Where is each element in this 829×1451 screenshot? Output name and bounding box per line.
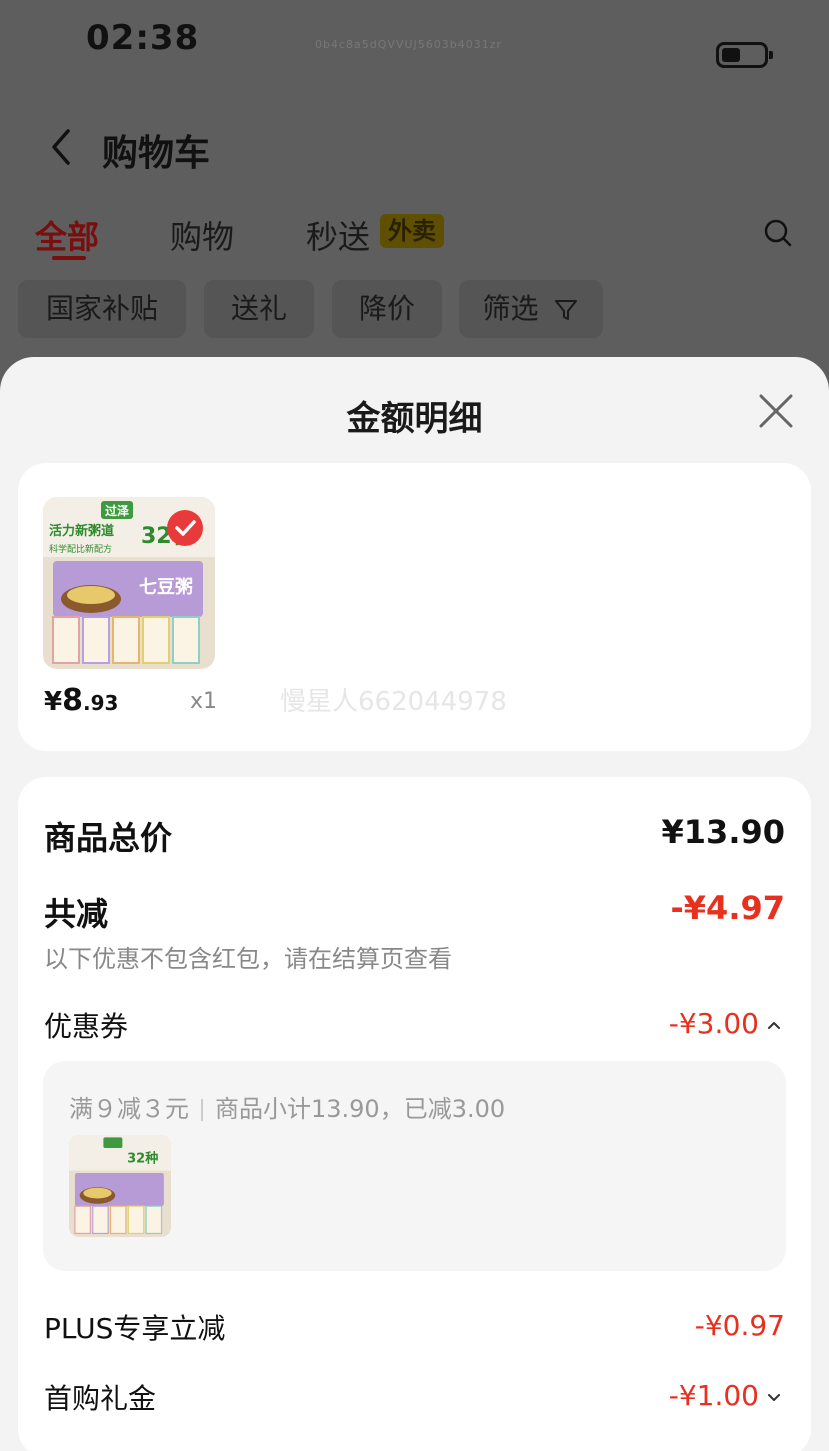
divider [201, 1099, 203, 1121]
page-title: 购物车 [102, 133, 211, 174]
tab-all[interactable]: 全部 [35, 212, 99, 258]
image-slogan-2: 科学配比新配方 [49, 543, 112, 555]
product-quantity: x1 [190, 689, 218, 714]
takeout-badge: 外卖 [380, 214, 444, 248]
chip-national-subsidy[interactable]: 国家补贴 [18, 280, 186, 338]
first-purchase-row-toggle[interactable]: -¥1.00 [669, 1379, 781, 1412]
cart-page-background: 02:38 0b4c8a5dQVVUJ5603b4031zr 购物车 全部 购物… [0, 0, 829, 400]
price-decimal: .93 [82, 691, 119, 715]
tab-active-indicator [52, 256, 86, 260]
image-slogan-4: 七豆粥 [139, 577, 193, 598]
chevron-up-icon [768, 1021, 780, 1029]
chip-price-drop[interactable]: 降价 [332, 280, 442, 338]
back-chevron-icon[interactable] [50, 128, 72, 166]
product-price: ¥8.93 [44, 683, 118, 718]
status-time: 02:38 [86, 18, 200, 58]
coupon-value: -¥3.00 [668, 1007, 759, 1040]
coupon-image-slogan: 32种 [127, 1150, 158, 1166]
chevron-down-icon [768, 1393, 780, 1401]
product-list-card: 过泽 活力新粥道 科学配比新配方 32种 七豆粥 ¥8.93 x1 慢星人662… [18, 463, 811, 751]
status-device-id: 0b4c8a5dQVVUJ5603b4031zr [315, 38, 503, 51]
image-slogan-1: 活力新粥道 [49, 523, 114, 539]
first-purchase-gift-label: 首购礼金 [44, 1382, 157, 1415]
plus-discount-value: -¥0.97 [694, 1309, 785, 1342]
total-price-label: 商品总价 [44, 819, 173, 857]
chip-filter-label: 筛选 [482, 292, 539, 325]
coupon-product-image-art: 32种 [69, 1135, 171, 1237]
first-purchase-gift-value: -¥1.00 [668, 1379, 759, 1412]
discount-note: 以下优惠不包含红包，请在结算页查看 [44, 945, 452, 973]
coupon-rule: 满９减３元 商品小计13.90，已减3.00 [69, 1089, 505, 1124]
coupon-subtotal-text: 商品小计13.90，已减3.00 [215, 1095, 506, 1123]
funnel-icon [555, 300, 578, 320]
coupon-row-toggle[interactable]: -¥3.00 [669, 1007, 781, 1040]
coupon-detail-box: 满９减３元 商品小计13.90，已减3.00 32种 [43, 1061, 786, 1271]
total-discount-label: 共减 [44, 895, 109, 933]
battery-icon [716, 42, 773, 68]
check-icon [175, 520, 196, 536]
coupon-label: 优惠券 [44, 1010, 129, 1043]
chip-filter[interactable]: 筛选 [459, 280, 603, 338]
amount-breakdown-card: 商品总价 ¥13.90 共减 -¥4.97 以下优惠不包含红包，请在结算页查看 … [18, 777, 811, 1451]
plus-discount-label: PLUS专享立减 [44, 1312, 226, 1345]
coupon-product-image: 32种 [69, 1135, 171, 1237]
user-watermark: 慢星人662044978 [280, 687, 507, 717]
coupon-rule-text: 满９减３元 [69, 1095, 189, 1123]
price-integer: 8 [62, 683, 83, 718]
brand-text: 过泽 [105, 503, 129, 518]
selected-check-icon [167, 510, 203, 546]
tab-instant-delivery[interactable]: 秒送 [306, 212, 370, 258]
tab-shopping[interactable]: 购物 [170, 212, 234, 258]
close-icon[interactable] [758, 393, 794, 429]
total-price-value: ¥13.90 [661, 813, 785, 851]
price-currency: ¥ [44, 687, 63, 717]
amount-detail-sheet: 金额明细 过泽 活力新粥道 科学配比新配方 32种 七豆粥 ¥8.93 x1 慢… [0, 357, 829, 1451]
total-discount-value: -¥4.97 [670, 889, 786, 927]
sheet-title: 金额明细 [346, 399, 483, 439]
search-icon[interactable] [763, 218, 793, 248]
chip-gift[interactable]: 送礼 [204, 280, 314, 338]
